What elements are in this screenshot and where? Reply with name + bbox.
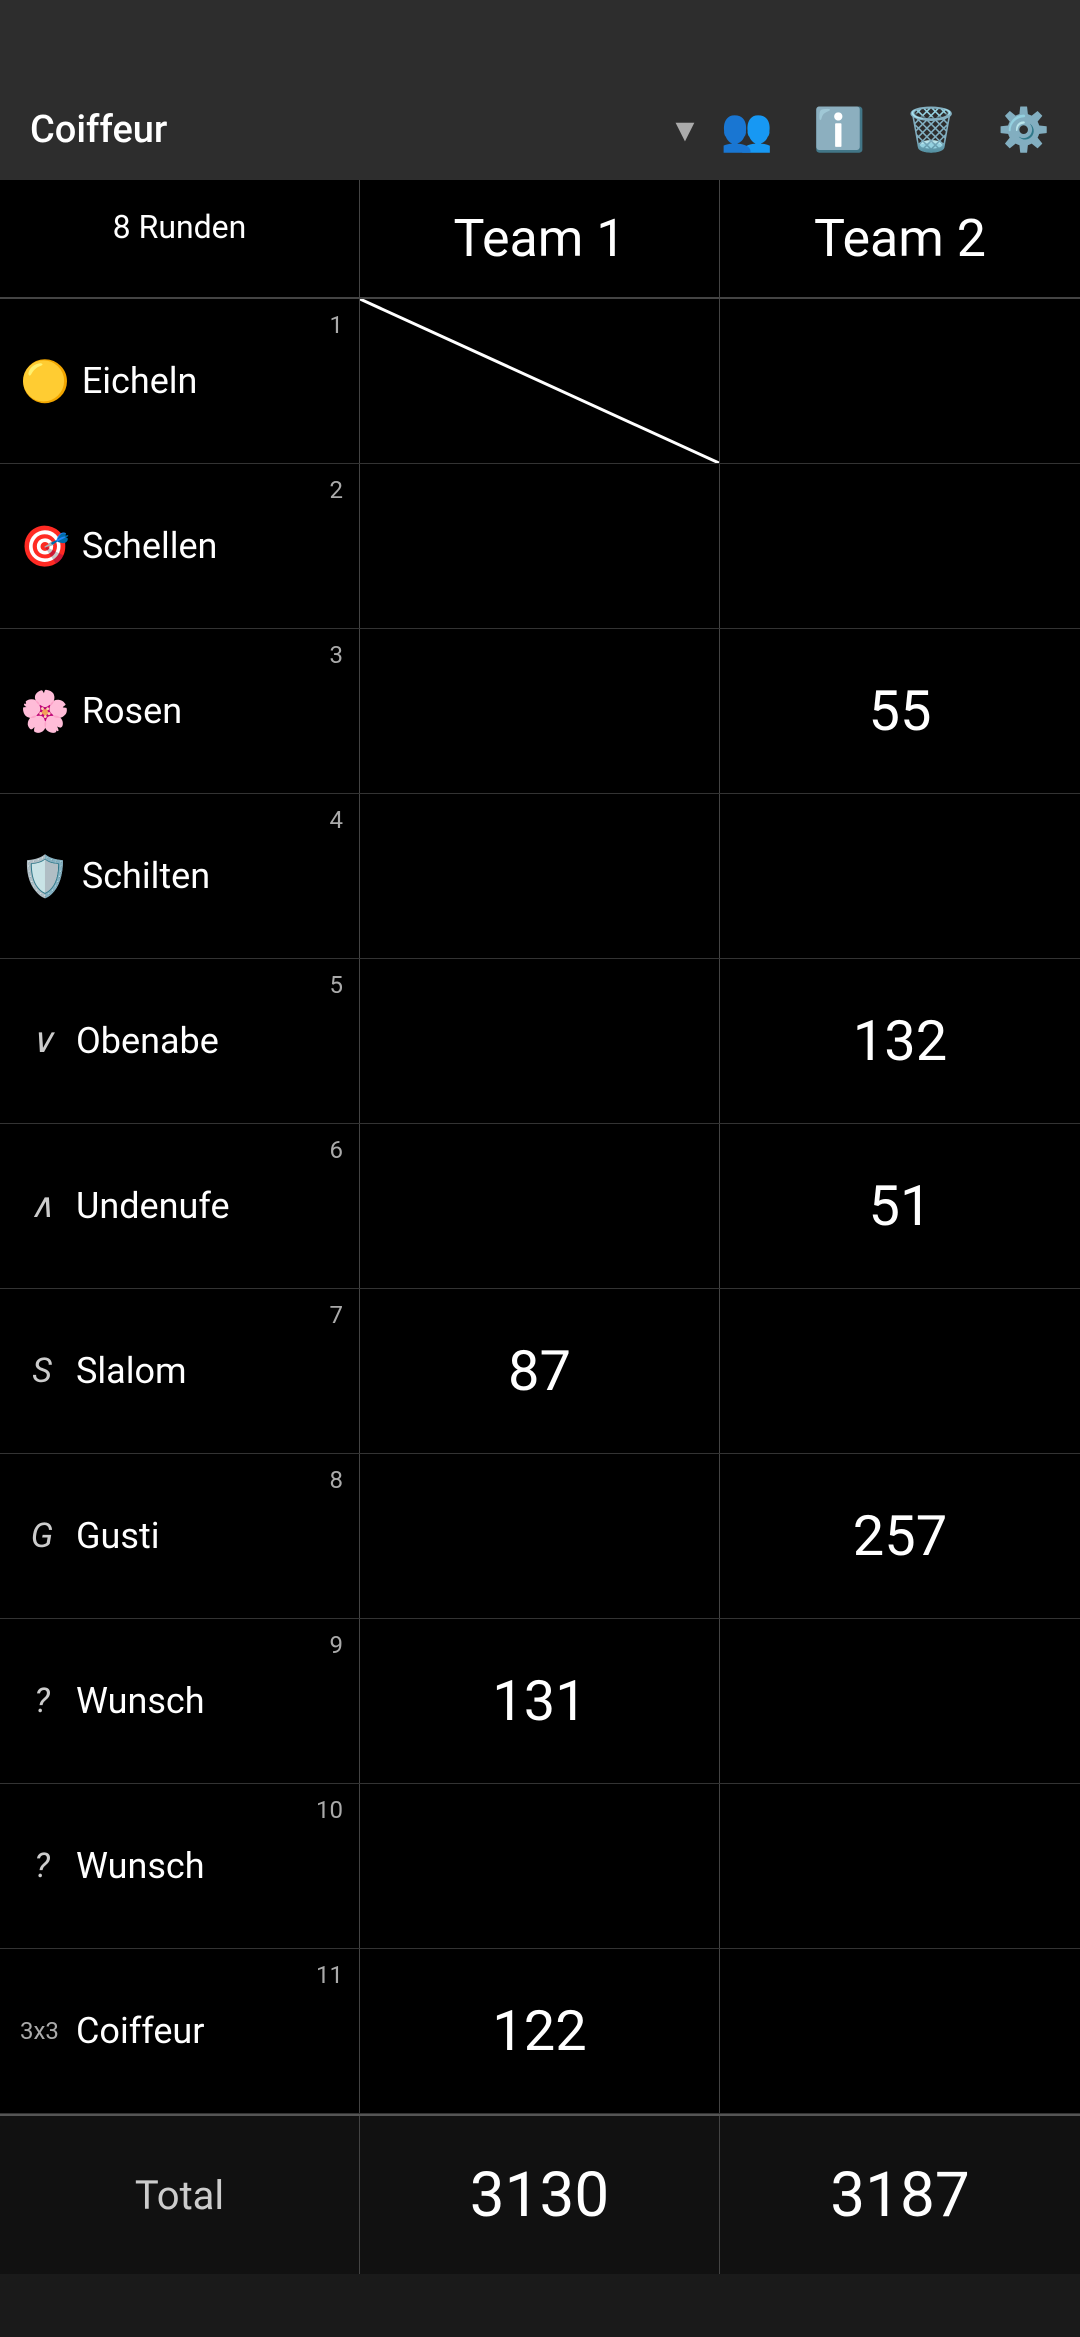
row-label-slalom: S Slalom 7 [0,1289,360,1453]
wunsch10-team1[interactable] [360,1784,720,1948]
schilten-icon: 🛡️ [20,853,70,900]
wunsch9-icon: ? [20,1681,64,1721]
table-row[interactable]: ? Wunsch 9 131 [0,1619,1080,1784]
coiffeur-label: Coiffeur [76,2010,204,2052]
row-label-rosen: 🌸 Rosen 3 [0,629,360,793]
eicheln-team1[interactable] [360,299,720,463]
undenufe-label: Undenufe [76,1185,230,1227]
toolbar: Coiffeur ▼ 👥 ℹ️ 🗑️ ⚙️ [0,80,1080,180]
row-label-schellen: 🎯 Schellen 2 [0,464,360,628]
row-num-8: 8 [330,1466,344,1494]
gusti-icon: G [20,1516,64,1556]
row-num-10: 10 [316,1796,343,1824]
dropdown-icon[interactable]: ▼ [669,111,701,149]
row-num-1: 1 [330,311,344,339]
table-row[interactable]: 🛡️ Schilten 4 [0,794,1080,959]
row-num-9: 9 [330,1631,344,1659]
wunsch10-team2[interactable] [720,1784,1080,1948]
rosen-label: Rosen [82,690,182,732]
undenufe-team2[interactable]: 51 [720,1124,1080,1288]
wunsch10-label: Wunsch [76,1845,205,1887]
row-num-11: 11 [316,1961,343,1989]
eicheln-icon: 🟡 [20,358,70,405]
row-num-7: 7 [330,1301,344,1329]
obenabe-team2[interactable]: 132 [720,959,1080,1123]
rosen-icon: 🌸 [20,688,70,735]
coiffeur-team2[interactable] [720,1949,1080,2113]
toolbar-icons: 👥 ℹ️ 🗑️ ⚙️ [721,106,1050,155]
obenabe-label: Obenabe [76,1020,219,1062]
eicheln-label: Eicheln [82,360,198,402]
rounds-header: 8 Runden [0,180,360,297]
team2-header: Team 2 [720,180,1080,297]
rosen-team1[interactable] [360,629,720,793]
wunsch10-icon: ? [20,1846,64,1886]
table-row[interactable]: 🟡 Eicheln 1 [0,299,1080,464]
table-row[interactable]: ? Wunsch 10 [0,1784,1080,1949]
undenufe-team1[interactable] [360,1124,720,1288]
schellen-icon: 🎯 [20,523,70,570]
row-num-6: 6 [330,1136,344,1164]
rosen-team2[interactable]: 55 [720,629,1080,793]
table-row[interactable]: ∨ Obenabe 5 132 [0,959,1080,1124]
table-row[interactable]: 🌸 Rosen 3 55 [0,629,1080,794]
row-label-coiffeur: 3x3 Coiffeur 11 [0,1949,360,2113]
row-label-wunsch9: ? Wunsch 9 [0,1619,360,1783]
total-team1: 3130 [360,2116,720,2274]
gusti-label: Gusti [76,1515,159,1557]
settings-icon[interactable]: ⚙️ [998,106,1050,155]
schilten-team2[interactable] [720,794,1080,958]
app-title: Coiffeur [30,108,649,152]
total-team2: 3187 [720,2116,1080,2274]
slalom-team1[interactable]: 87 [360,1289,720,1453]
row-label-schilten: 🛡️ Schilten 4 [0,794,360,958]
row-label-obenabe: ∨ Obenabe 5 [0,959,360,1123]
schellen-label: Schellen [82,525,218,567]
table-row[interactable]: 🎯 Schellen 2 [0,464,1080,629]
eicheln-team2[interactable] [720,299,1080,463]
table-row[interactable]: ∧ Undenufe 6 51 [0,1124,1080,1289]
total-row: Total 3130 3187 [0,2114,1080,2274]
wunsch9-label: Wunsch [76,1680,205,1722]
gusti-team1[interactable] [360,1454,720,1618]
obenabe-team1[interactable] [360,959,720,1123]
table-row[interactable]: 3x3 Coiffeur 11 122 [0,1949,1080,2114]
row-num-3: 3 [330,641,344,669]
row-num-5: 5 [330,971,344,999]
schellen-team1[interactable] [360,464,720,628]
gusti-team2[interactable]: 257 [720,1454,1080,1618]
info-icon[interactable]: ℹ️ [813,106,865,155]
score-table: 8 Runden Team 1 Team 2 🟡 Eicheln 1 🎯 Sch… [0,180,1080,2274]
coiffeur-icon: 3x3 [20,2017,64,2045]
wunsch9-team1[interactable]: 131 [360,1619,720,1783]
row-label-eicheln: 🟡 Eicheln 1 [0,299,360,463]
table-row[interactable]: S Slalom 7 87 [0,1289,1080,1454]
row-label-gusti: G Gusti 8 [0,1454,360,1618]
team1-header: Team 1 [360,180,720,297]
total-label: Total [0,2116,360,2274]
coiffeur-team1[interactable]: 122 [360,1949,720,2113]
row-num-2: 2 [330,476,344,504]
slalom-label: Slalom [76,1350,187,1392]
obenabe-icon: ∨ [20,1021,64,1061]
wunsch9-team2[interactable] [720,1619,1080,1783]
delete-icon[interactable]: 🗑️ [905,106,957,155]
schellen-team2[interactable] [720,464,1080,628]
schilten-label: Schilten [82,855,210,897]
row-num-4: 4 [330,806,344,834]
table-header: 8 Runden Team 1 Team 2 [0,180,1080,299]
status-bar [0,0,1080,80]
slalom-team2[interactable] [720,1289,1080,1453]
row-label-wunsch10: ? Wunsch 10 [0,1784,360,1948]
slalom-icon: S [20,1351,64,1391]
row-label-undenufe: ∧ Undenufe 6 [0,1124,360,1288]
table-row[interactable]: G Gusti 8 257 [0,1454,1080,1619]
users-icon[interactable]: 👥 [721,106,773,155]
undenufe-icon: ∧ [20,1186,64,1226]
schilten-team1[interactable] [360,794,720,958]
